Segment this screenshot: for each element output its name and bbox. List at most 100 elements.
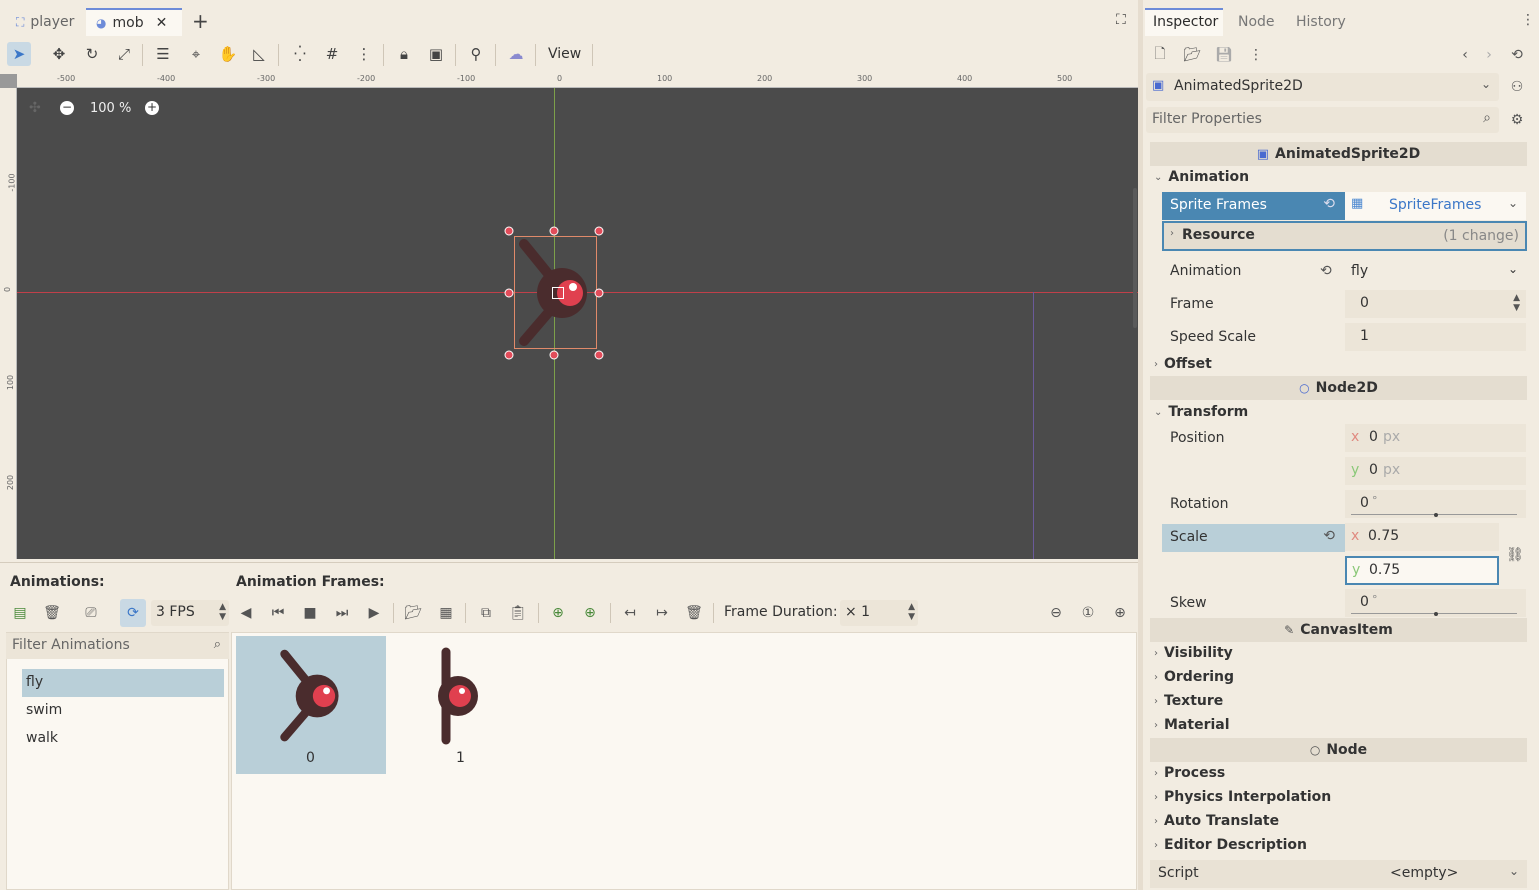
filter-properties-input[interactable]: Filter Properties ⌕ [1146, 107, 1499, 133]
group-editor-description[interactable]: › Editor Description [1154, 837, 1307, 853]
revert-icon[interactable]: ⟲ [1323, 528, 1335, 544]
revert-icon[interactable]: ⟲ [1323, 196, 1335, 212]
fullscreen-icon[interactable]: ⛶ [1116, 12, 1126, 28]
resize-handle[interactable] [504, 226, 514, 236]
viewport-scrollbar[interactable] [1133, 188, 1137, 328]
group-material[interactable]: › Material [1154, 717, 1230, 733]
group-ordering[interactable]: › Ordering [1154, 669, 1234, 685]
resize-handle[interactable] [594, 288, 604, 298]
position-x-field[interactable]: x 0 px [1345, 424, 1526, 452]
resize-handle[interactable] [504, 350, 514, 360]
open-resource-icon[interactable]: 📂︎ [1181, 44, 1203, 66]
list-item[interactable]: swim [26, 702, 62, 718]
group-icon[interactable]: ▣ [424, 42, 448, 66]
stop-icon[interactable]: ■ [299, 602, 321, 624]
filter-animations-input[interactable]: Filter Animations ⌕ [6, 633, 229, 659]
tab-history[interactable]: History [1296, 14, 1346, 30]
list-select-icon[interactable]: ☰ [151, 42, 175, 66]
insert-before-icon[interactable]: ⊕ [547, 602, 569, 624]
pivot-tool-icon[interactable]: ⌖ [184, 42, 208, 66]
move-left-icon[interactable]: ↤ [619, 602, 641, 624]
tab-player[interactable]: ⛶ player [6, 8, 86, 36]
resize-handle[interactable] [504, 288, 514, 298]
group-offset[interactable]: › Offset [1154, 356, 1212, 372]
resize-handle[interactable] [594, 226, 604, 236]
select-tool-icon[interactable]: ➤ [7, 42, 31, 66]
history-back-icon[interactable]: ‹ [1454, 44, 1476, 66]
load-frames-icon[interactable]: 📂︎ [402, 602, 424, 624]
copy-icon[interactable]: ⧉ [475, 602, 497, 624]
zoom-reset-icon[interactable]: ① [1077, 602, 1099, 624]
script-property[interactable]: Script <empty> ⌄ [1150, 860, 1527, 888]
fps-spinbox[interactable]: 3 FPS ▲ ▼ [151, 600, 229, 626]
play-backwards-from-end-icon[interactable]: ⏮ [267, 602, 289, 624]
canvas-viewport[interactable]: ✣ − 100 % + [17, 88, 1138, 559]
object-history-icon[interactable]: ⟲ [1506, 44, 1528, 66]
scale-y-field[interactable]: y 0.75 [1345, 556, 1499, 585]
sprite-sheet-icon[interactable]: ▦ [435, 602, 457, 624]
play-backwards-icon[interactable]: ◀ [235, 602, 257, 624]
zoom-in-icon[interactable]: + [145, 101, 159, 115]
sprite-frames-property[interactable]: Sprite Frames ⟲ [1162, 192, 1345, 220]
save-resource-icon[interactable]: 💾︎ [1213, 44, 1235, 66]
group-transform[interactable]: ⌄ Transform [1154, 404, 1248, 420]
tab-mob[interactable]: ◕ mob ✕ [86, 8, 182, 36]
lock-icon[interactable]: 🔒︎ [392, 42, 416, 66]
position-y-field[interactable]: y 0 px [1345, 457, 1526, 485]
zoom-in-icon[interactable]: ⊕ [1109, 602, 1131, 624]
rotate-tool-icon[interactable]: ↻ [80, 42, 104, 66]
view-menu[interactable]: View [548, 46, 581, 62]
insert-after-icon[interactable]: ⊕ [579, 602, 601, 624]
frame-tile[interactable]: 1 [386, 636, 536, 774]
open-docs-icon[interactable]: ⚇ [1506, 76, 1528, 98]
resource-menu-icon[interactable]: ⋮ [1245, 44, 1267, 66]
link-icon[interactable]: ⛓ [1504, 544, 1526, 566]
frame-spinbox[interactable]: 0 ▲ ▼ [1345, 290, 1526, 318]
slider-grabber[interactable] [1434, 513, 1438, 517]
tab-inspector[interactable]: Inspector [1145, 8, 1223, 36]
revert-icon[interactable]: ⟲ [1320, 263, 1332, 279]
scale-tool-icon[interactable]: ⤢ [112, 42, 136, 66]
pan-tool-icon[interactable]: ✋ [216, 42, 240, 66]
scale-property[interactable]: Scale ⟲ [1162, 524, 1345, 552]
autoplay-icon[interactable]: ⎚ [80, 602, 102, 624]
more-options-icon[interactable]: ⋮ [352, 42, 376, 66]
paste-icon[interactable]: 📋︎ [507, 602, 529, 624]
tab-node[interactable]: Node [1238, 14, 1275, 30]
group-visibility[interactable]: › Visibility [1154, 645, 1233, 661]
delete-frame-icon[interactable]: 🗑︎ [683, 602, 705, 624]
new-resource-icon[interactable]: 🗋︎ [1149, 44, 1171, 66]
move-right-icon[interactable]: ↦ [651, 602, 673, 624]
sprite-frames-resource-picker[interactable]: ▦ SpriteFrames ⌄ [1345, 192, 1526, 220]
zoom-level[interactable]: 100 % [90, 101, 131, 116]
override-camera-icon[interactable]: ☁ [504, 42, 528, 66]
move-tool-icon[interactable]: ✥ [47, 42, 71, 66]
skew-slider[interactable]: 0 ° [1345, 589, 1526, 617]
spinner-icon[interactable]: ▲ ▼ [1513, 293, 1520, 313]
resize-handle[interactable] [594, 350, 604, 360]
group-animation[interactable]: ⌄ Animation [1154, 169, 1249, 185]
list-item[interactable]: walk [26, 730, 58, 746]
play-from-start-icon[interactable]: ⏭ [331, 602, 353, 624]
scale-x-field[interactable]: x 0.75 [1345, 523, 1499, 551]
delete-animation-icon[interactable]: 🗑︎ [41, 602, 63, 624]
grid-snap-icon[interactable]: # [320, 42, 344, 66]
rotation-slider[interactable]: 0 ° [1345, 490, 1526, 518]
group-process[interactable]: › Process [1154, 765, 1225, 781]
frame-tile-selected[interactable]: 0 [236, 636, 386, 774]
loop-icon[interactable]: ⟳ [120, 599, 146, 627]
resize-handle[interactable] [549, 350, 559, 360]
node-selector[interactable]: ▣ AnimatedSprite2D ⌄ [1146, 73, 1499, 101]
center-view-icon[interactable]: ✣ [29, 100, 41, 116]
pivot-icon[interactable] [552, 287, 564, 299]
group-texture[interactable]: › Texture [1154, 693, 1223, 709]
spinner-icon[interactable]: ▲ ▼ [908, 602, 915, 622]
frame-duration-spinbox[interactable]: × 1 ▲ ▼ [840, 600, 918, 626]
ruler-tool-icon[interactable]: ◺ [247, 42, 271, 66]
resize-handle[interactable] [549, 226, 559, 236]
add-tab-icon[interactable]: + [192, 10, 212, 32]
close-icon[interactable]: ✕ [156, 15, 168, 31]
play-icon[interactable]: ▶ [363, 602, 385, 624]
bone-icon[interactable]: ⚲ [464, 42, 488, 66]
animation-select[interactable]: fly ⌄ [1345, 258, 1526, 286]
